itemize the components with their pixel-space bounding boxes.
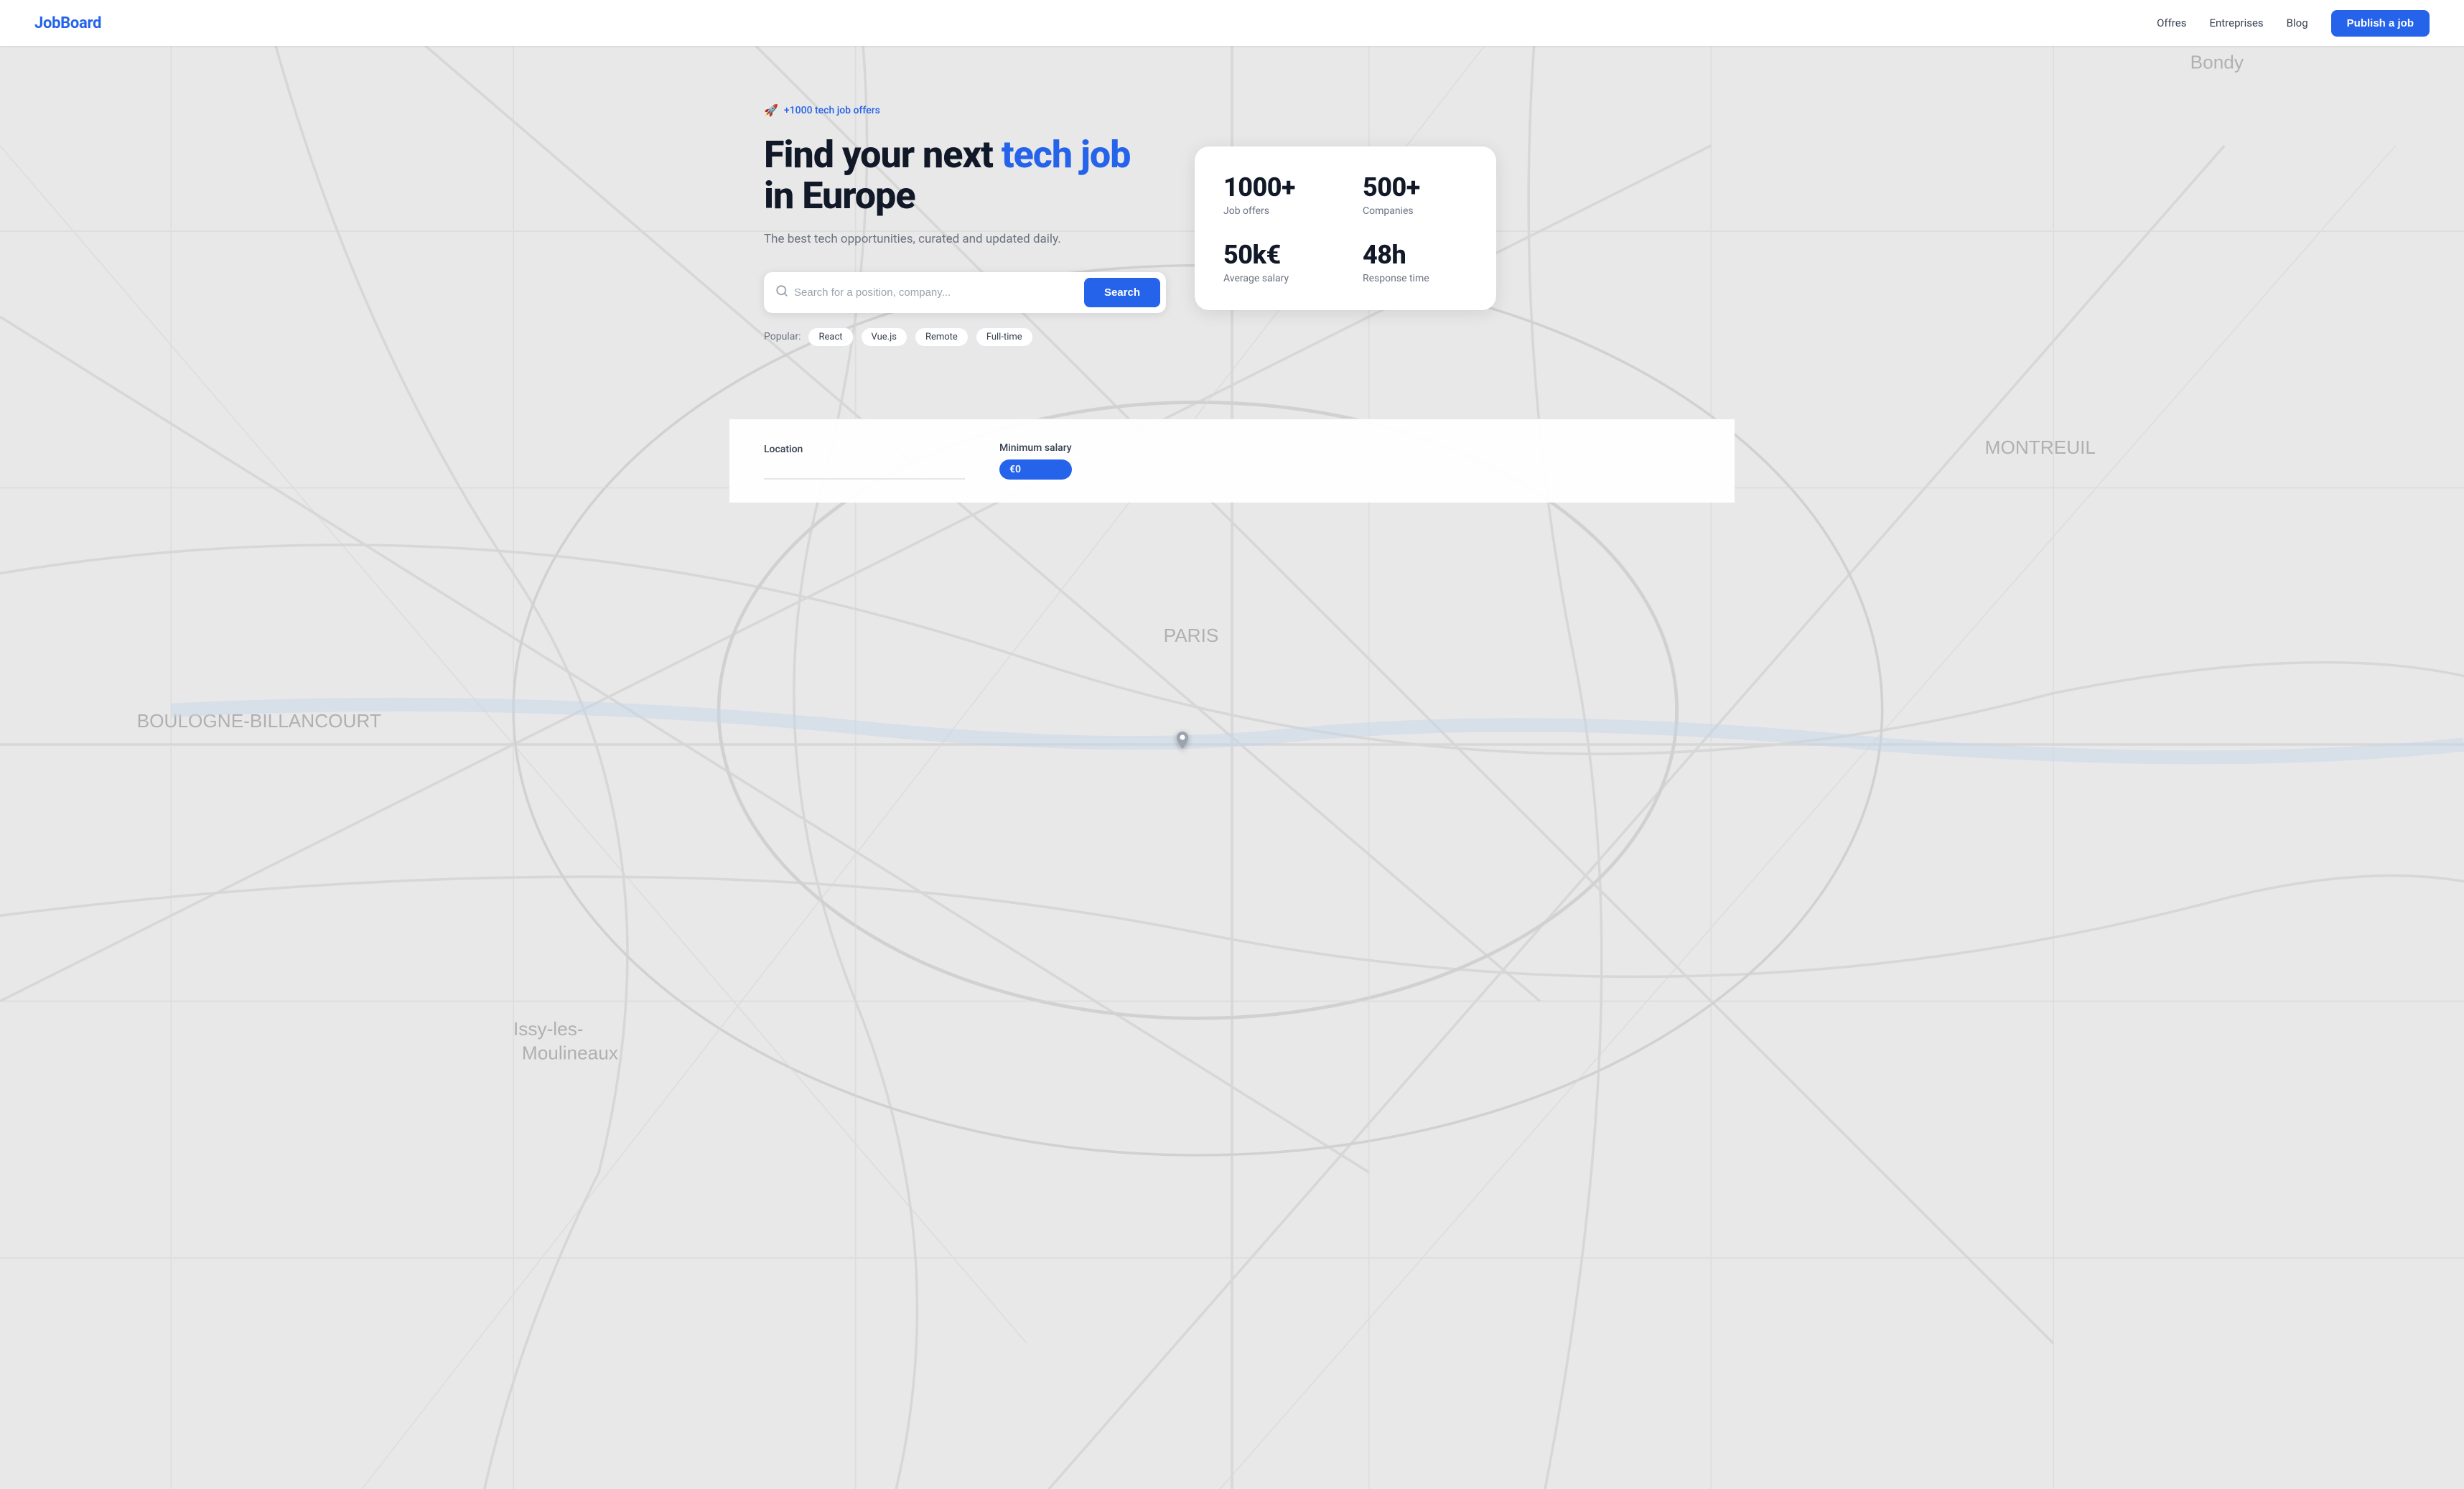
- stat-job-offers-label: Job offers: [1223, 205, 1328, 217]
- stat-salary-label: Average salary: [1223, 273, 1328, 284]
- search-icon: [775, 284, 788, 301]
- rocket-icon: 🚀: [764, 103, 778, 117]
- stat-companies: 500+ Companies: [1363, 172, 1467, 217]
- nav-link-offres[interactable]: Offres: [2157, 17, 2186, 29]
- tag-react[interactable]: React: [808, 327, 853, 347]
- stat-companies-value: 500+: [1363, 172, 1467, 202]
- nav-link-entreprises[interactable]: Entreprises: [2209, 17, 2263, 29]
- location-input[interactable]: [764, 461, 965, 480]
- hero-badge-text: +1000 tech job offers: [784, 105, 880, 116]
- stat-job-offers: 1000+ Job offers: [1223, 172, 1328, 217]
- tag-fulltime[interactable]: Full-time: [976, 327, 1033, 347]
- main-content: 🚀 +1000 tech job offers Find your next t…: [729, 46, 1735, 390]
- salary-badge[interactable]: €0: [999, 459, 1072, 480]
- location-filter: Location: [764, 444, 965, 480]
- stat-salary: 50k€ Average salary: [1223, 240, 1328, 284]
- nav-links: Offres Entreprises Blog Publish a job: [2157, 10, 2430, 37]
- stats-card: 1000+ Job offers 500+ Companies 50k€ Ave…: [1195, 146, 1496, 310]
- hero-badge: 🚀 +1000 tech job offers: [764, 103, 880, 117]
- svg-text:Bondy: Bondy: [2190, 52, 2244, 73]
- stat-job-offers-value: 1000+: [1223, 172, 1328, 202]
- svg-text:MONTREUIL: MONTREUIL: [1985, 437, 2096, 458]
- hero-section: 🚀 +1000 tech job offers Find your next t…: [764, 103, 1166, 347]
- search-input[interactable]: [794, 286, 1078, 299]
- hero-title-accent: tech job: [1002, 133, 1131, 177]
- svg-text:PARIS: PARIS: [1164, 625, 1219, 646]
- navbar: JobBoard Offres Entreprises Blog Publish…: [0, 0, 2464, 46]
- bottom-filters: Location Minimum salary €0: [729, 419, 1735, 503]
- stat-response: 48h Response time: [1363, 240, 1467, 284]
- hero-title: Find your next tech job in Europe: [764, 134, 1166, 216]
- hero-title-prefix: Find your next: [764, 133, 1002, 177]
- popular-label: Popular:: [764, 331, 801, 342]
- hero-title-suffix: in Europe: [764, 174, 915, 218]
- search-button[interactable]: Search: [1084, 278, 1160, 307]
- map-pin: [1174, 732, 1191, 757]
- nav-link-blog[interactable]: Blog: [2287, 17, 2308, 29]
- search-bar: Search: [764, 272, 1166, 313]
- salary-filter: Minimum salary €0: [999, 442, 1072, 480]
- popular-tags: Popular: React Vue.js Remote Full-time: [764, 327, 1166, 347]
- stat-response-value: 48h: [1363, 240, 1467, 270]
- stat-response-label: Response time: [1363, 273, 1467, 284]
- tag-remote[interactable]: Remote: [915, 327, 969, 347]
- hero-subtitle: The best tech opportunities, curated and…: [764, 230, 1166, 249]
- salary-label: Minimum salary: [999, 442, 1072, 454]
- location-label: Location: [764, 444, 965, 455]
- stat-salary-value: 50k€: [1223, 240, 1328, 270]
- publish-job-button[interactable]: Publish a job: [2331, 10, 2430, 37]
- logo: JobBoard: [34, 14, 101, 32]
- stat-companies-label: Companies: [1363, 205, 1467, 217]
- tag-vuejs[interactable]: Vue.js: [861, 327, 907, 347]
